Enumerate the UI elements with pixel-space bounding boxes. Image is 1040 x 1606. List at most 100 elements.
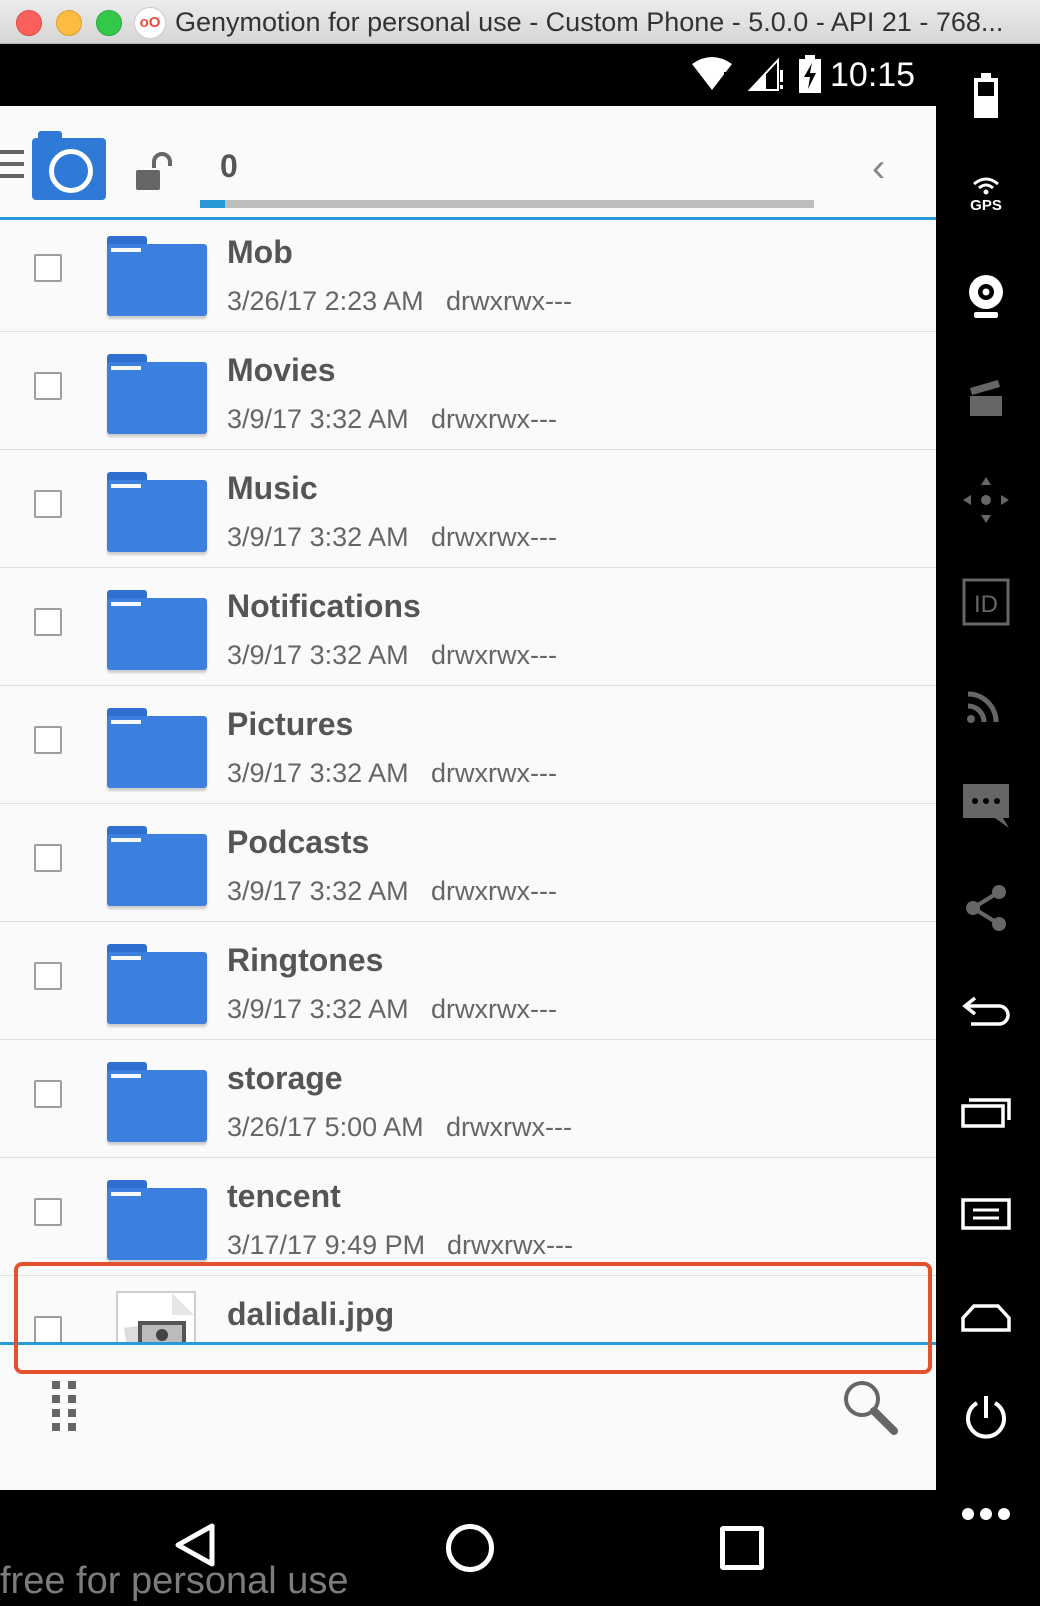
image-file-icon <box>116 1291 196 1342</box>
file-permissions: drwxrwx--- <box>431 758 557 788</box>
dpad-move-icon <box>963 477 1009 523</box>
window-titlebar: oO Genymotion for personal use - Custom … <box>0 0 1040 44</box>
file-permissions: drwxrwx--- <box>431 522 557 552</box>
back-arrow-icon <box>962 996 1010 1026</box>
file-name: Movies <box>227 352 336 388</box>
file-row[interactable]: Notifications 3/9/17 3:32 AM drwxrwx--- <box>0 568 936 686</box>
file-manager-app: 0 ‹ Mob 3/26/17 2:23 AM drwxrwx--- Movies 3/… <box>0 106 936 1490</box>
folder-icon <box>107 354 207 436</box>
file-permissions: drwxrwx--- <box>447 1230 573 1260</box>
file-row[interactable]: Podcasts 3/9/17 3:32 AM drwxrwx--- <box>0 804 936 922</box>
status-clock: 10:15 <box>830 56 916 94</box>
file-name: dalidali.jpg <box>227 1296 395 1332</box>
sms-widget-button[interactable] <box>954 776 1018 836</box>
file-permissions: drwxrwx--- <box>431 640 557 670</box>
watermark-text: free for personal use <box>0 1560 349 1602</box>
file-row[interactable]: Mob 3/26/17 2:23 AM drwxrwx--- <box>0 220 936 332</box>
zoom-window-button[interactable] <box>96 10 122 36</box>
file-name: tencent <box>227 1178 341 1214</box>
file-name: storage <box>227 1060 343 1096</box>
bottom-toolbar <box>0 1342 936 1490</box>
file-date: 3/9/17 3:32 AM <box>227 994 409 1024</box>
file-checkbox[interactable] <box>34 1080 62 1108</box>
menu-icon[interactable] <box>0 150 24 184</box>
folder-icon <box>107 1062 207 1144</box>
share-icon <box>966 885 1006 931</box>
selection-count: 0 <box>220 148 238 184</box>
file-date: 3/9/17 3:32 AM <box>227 640 409 670</box>
cell-signal-icon <box>748 57 783 91</box>
file-checkbox[interactable] <box>34 608 62 636</box>
power-icon <box>966 1396 1006 1439</box>
file-permissions: drwxrwx--- <box>431 876 557 906</box>
id-icon: ID <box>962 578 1010 626</box>
file-row[interactable]: storage 3/26/17 5:00 AM drwxrwx--- <box>0 1040 936 1158</box>
file-checkbox[interactable] <box>34 726 62 754</box>
screencast-widget-button[interactable] <box>954 368 1018 428</box>
file-date: 3/9/17 3:32 AM <box>227 876 409 906</box>
top-toolbar: 0 ‹ <box>0 106 936 220</box>
chevron-left-icon[interactable]: ‹ <box>872 148 885 188</box>
file-date: 3/9/17 3:32 AM <box>227 522 409 552</box>
file-row[interactable]: Music 3/9/17 3:32 AM drwxrwx--- <box>0 450 936 568</box>
back-widget-button[interactable] <box>954 980 1018 1040</box>
power-widget-button[interactable] <box>954 1388 1018 1448</box>
file-date: 3/9/17 3:32 AM <box>227 404 409 434</box>
more-dots-icon <box>962 1508 1010 1520</box>
window-title: Genymotion for personal use - Custom Pho… <box>175 7 1004 37</box>
file-checkbox[interactable] <box>34 962 62 990</box>
unlock-icon[interactable] <box>136 152 172 192</box>
file-checkbox[interactable] <box>34 490 62 518</box>
android-status-bar: 10:15 <box>0 44 936 106</box>
wifi-icon <box>692 57 732 90</box>
file-permissions: drwxrwx--- <box>446 286 572 316</box>
file-row[interactable]: Pictures 3/9/17 3:32 AM drwxrwx--- <box>0 686 936 804</box>
more-options-button[interactable] <box>954 1484 1018 1544</box>
folder-icon <box>107 944 207 1026</box>
file-date: 3/9/17 3:32 AM <box>227 758 409 788</box>
file-checkbox[interactable] <box>34 1198 62 1226</box>
home-key-icon <box>961 1304 1011 1332</box>
file-date: 3/17/17 9:49 PM <box>227 1230 426 1260</box>
file-name: Pictures <box>227 706 354 742</box>
nav-home-button[interactable] <box>446 1524 494 1572</box>
file-date: 3/26/17 5:00 AM <box>227 1112 424 1142</box>
emulator-side-panel: GPS ID <box>936 44 1040 1606</box>
file-row[interactable]: Movies 3/9/17 3:32 AM drwxrwx--- <box>0 332 936 450</box>
search-icon[interactable] <box>840 1377 900 1437</box>
file-name: Ringtones <box>227 942 384 978</box>
svg-text:ID: ID <box>974 591 998 618</box>
file-row[interactable]: tencent 3/17/17 9:49 PM drwxrwx--- <box>0 1158 936 1276</box>
gps-icon: GPS <box>970 177 1002 212</box>
file-permissions: drwxrwx--- <box>446 1112 572 1142</box>
minimize-window-button[interactable] <box>56 10 82 36</box>
file-name: Podcasts <box>227 824 370 860</box>
folder-icon <box>107 826 207 908</box>
rss-signal-icon <box>967 691 999 723</box>
file-row[interactable]: Ringtones 3/9/17 3:32 AM drwxrwx--- <box>0 922 936 1040</box>
dpad-widget-button[interactable] <box>954 470 1018 530</box>
recent-apps-widget-button[interactable] <box>954 1082 1018 1142</box>
file-checkbox[interactable] <box>34 1316 62 1342</box>
menu-widget-button[interactable] <box>954 1184 1018 1244</box>
share-widget-button[interactable] <box>954 878 1018 938</box>
camera-location-button[interactable] <box>32 131 106 200</box>
file-checkbox[interactable] <box>34 372 62 400</box>
file-list: Mob 3/26/17 2:23 AM drwxrwx--- Movies 3/9/17… <box>0 220 936 1342</box>
webcam-widget-button[interactable] <box>954 266 1018 326</box>
file-date: 3/26/17 2:23 AM <box>227 286 424 316</box>
gps-widget-button[interactable]: GPS <box>954 162 1018 222</box>
battery-widget-button[interactable] <box>954 66 1018 126</box>
file-row[interactable]: dalidali.jpg4/2/17 10:13 AM-rw-rw----7 k… <box>0 1276 936 1342</box>
device-id-widget-button[interactable]: ID <box>954 572 1018 632</box>
folder-icon <box>107 1180 207 1262</box>
grid-menu-icon[interactable] <box>52 1381 84 1433</box>
file-checkbox[interactable] <box>34 254 62 282</box>
home-widget-button[interactable] <box>954 1286 1018 1346</box>
close-window-button[interactable] <box>16 10 42 36</box>
file-checkbox[interactable] <box>34 844 62 872</box>
network-widget-button[interactable] <box>954 674 1018 734</box>
file-permissions: drwxrwx--- <box>431 994 557 1024</box>
nav-recent-apps-button[interactable] <box>720 1526 764 1570</box>
folder-icon <box>107 708 207 790</box>
